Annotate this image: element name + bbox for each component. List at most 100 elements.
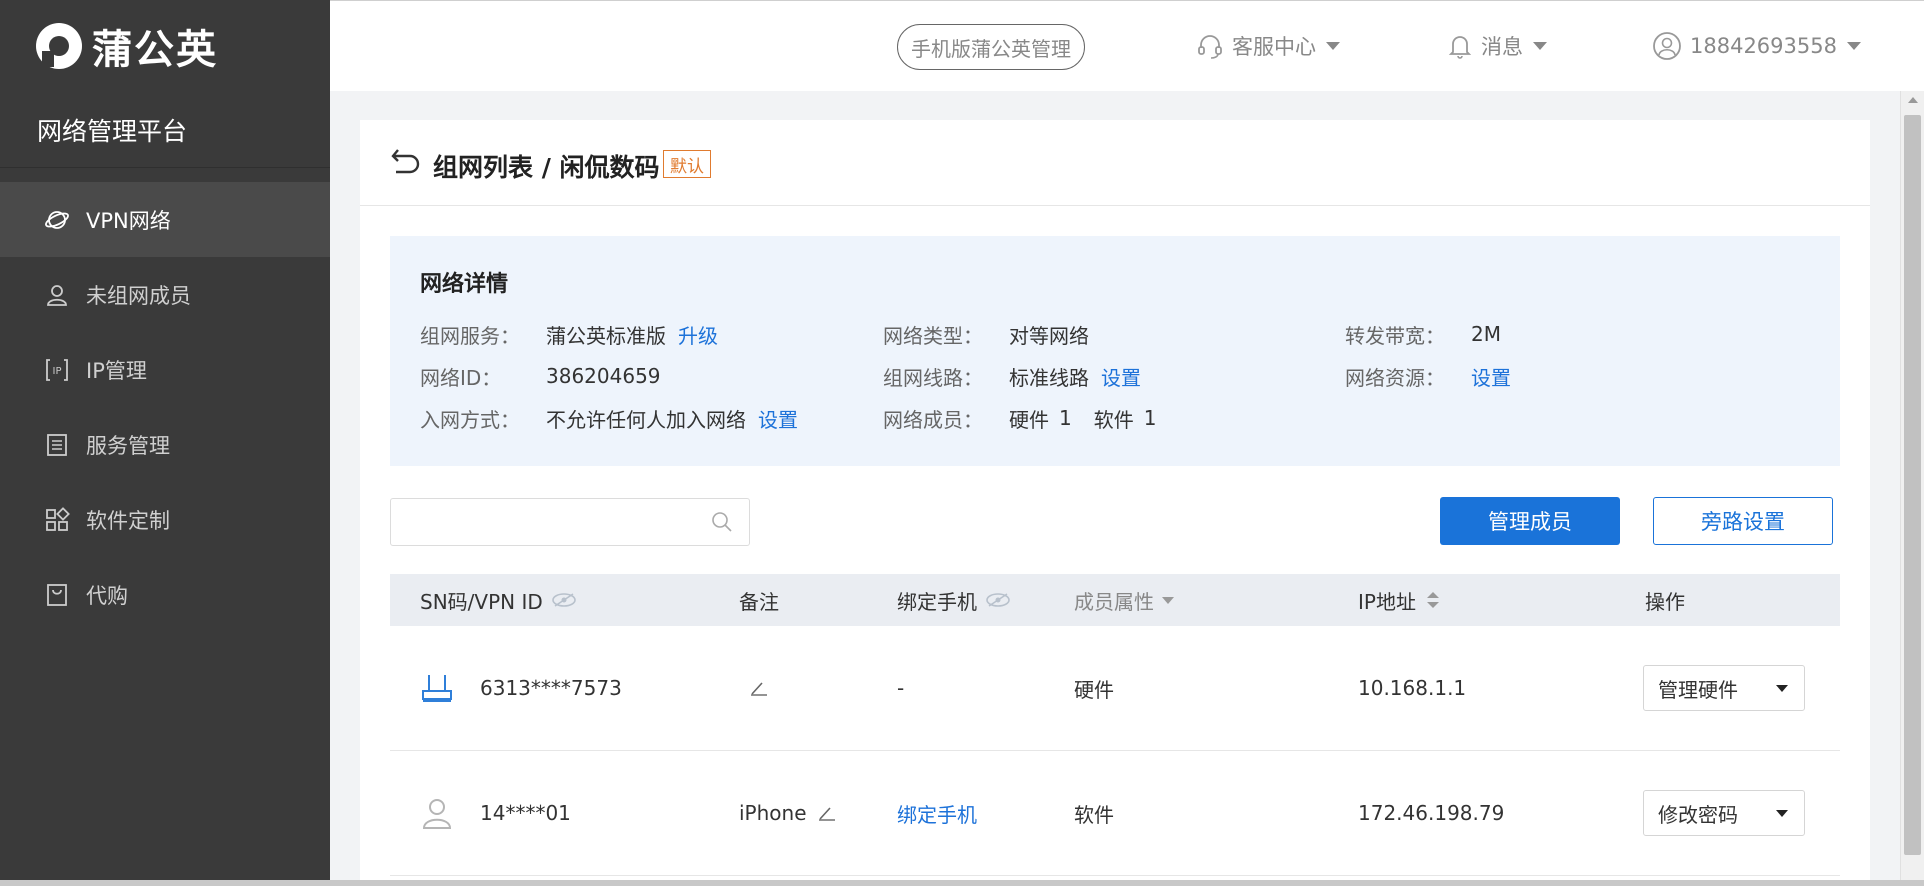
- network-line-label: 组网线路：: [883, 365, 983, 390]
- sidebar-item-service-management[interactable]: 服务管理: [0, 407, 330, 482]
- card-header: 组网列表 / 闲侃数码 默认: [360, 120, 1870, 206]
- network-id-value: 386204659: [546, 364, 661, 388]
- network-detail-panel: 网络详情 组网服务： 蒲公英标准版 升级 网络类型： 对等网络 转发带宽： 2M…: [390, 236, 1840, 466]
- sidebar-item-vpn-network[interactable]: VPN网络: [0, 182, 330, 257]
- row-sn-value: 6313****7573: [480, 676, 622, 700]
- line-settings-link[interactable]: 设置: [1101, 362, 1141, 391]
- network-detail-title: 网络详情: [420, 272, 509, 297]
- dropdown-label: 管理硬件: [1658, 677, 1738, 702]
- manage-hardware-dropdown[interactable]: 管理硬件: [1643, 665, 1805, 711]
- search-icon[interactable]: [711, 511, 733, 537]
- change-password-dropdown[interactable]: 修改密码: [1643, 790, 1805, 836]
- network-type-label: 网络类型：: [883, 323, 983, 348]
- eye-hidden-icon[interactable]: [985, 592, 1011, 608]
- join-method-value: 不允许任何人加入网络: [546, 407, 746, 432]
- sidebar-item-software-customization[interactable]: 软件定制: [0, 482, 330, 557]
- join-settings-link[interactable]: 设置: [758, 404, 798, 433]
- bell-icon: [1448, 36, 1472, 59]
- sidebar-item-label: 未组网成员: [86, 283, 191, 308]
- network-resource-label: 网络资源：: [1345, 365, 1445, 390]
- sidebar-item-purchase[interactable]: 代购: [0, 557, 330, 632]
- network-line-value: 标准线路: [1009, 365, 1089, 390]
- column-op: 操作: [1645, 574, 1685, 626]
- router-icon: [422, 675, 452, 702]
- row-phone-cell: 绑定手机: [897, 751, 977, 875]
- chevron-down-icon: [1533, 42, 1547, 50]
- headset-icon: [1198, 35, 1222, 59]
- members-hardware-label: 硬件: [1009, 407, 1049, 432]
- join-method-label: 入网方式：: [420, 407, 520, 432]
- logo[interactable]: 蒲公英: [36, 20, 218, 73]
- sidebar-item-label: 代购: [86, 583, 128, 608]
- sidebar-item-unnetworked-members[interactable]: 未组网成员: [0, 257, 330, 332]
- messages-menu[interactable]: 消息: [1447, 26, 1547, 66]
- column-note-label: 备注: [739, 589, 779, 614]
- member-search-input[interactable]: [390, 498, 750, 546]
- column-phone-label: 绑定手机: [897, 589, 977, 614]
- vertical-scrollbar[interactable]: [1900, 91, 1924, 886]
- sidebar-item-label: VPN网络: [86, 208, 171, 233]
- column-phone: 绑定手机: [897, 574, 1011, 626]
- filter-dropdown-icon: [1162, 596, 1174, 604]
- row-attr-value: 软件: [1074, 802, 1114, 827]
- person-icon: [422, 799, 452, 829]
- row-sn-value: 14****01: [480, 801, 571, 825]
- network-id-label: 网络ID：: [420, 365, 502, 390]
- row-ip-value: 172.46.198.79: [1358, 801, 1505, 825]
- mobile-management-button[interactable]: 手机版蒲公英管理: [897, 24, 1085, 70]
- scrollbar-thumb[interactable]: [1904, 115, 1921, 855]
- service-value: 蒲公英标准版: [546, 323, 666, 348]
- row-sn-cell: 6313****7573: [420, 626, 622, 750]
- row-phone-cell: -: [897, 626, 904, 750]
- sidebar-menu: VPN网络 未组网成员 IP IP管理 服务管理 软件定制 代购: [0, 182, 330, 632]
- logo-mark-icon: [36, 23, 82, 69]
- logo-text: 蒲公英: [92, 27, 218, 73]
- list-doc-icon: [42, 430, 72, 460]
- user-icon: [42, 280, 72, 310]
- sidebar-item-ip-management[interactable]: IP IP管理: [0, 332, 330, 407]
- members-software-count: 1: [1143, 406, 1157, 430]
- svg-text:IP: IP: [53, 366, 62, 377]
- column-ip[interactable]: IP地址: [1358, 574, 1442, 626]
- row-note-value: iPhone: [739, 801, 807, 825]
- ip-icon: IP: [42, 355, 72, 385]
- members-hardware-count: 1: [1059, 406, 1072, 430]
- service-center-menu[interactable]: 客服中心: [1196, 26, 1340, 66]
- account-phone: 18842693558: [1690, 34, 1837, 58]
- service-label: 组网服务：: [420, 323, 520, 348]
- column-sn: SN码/VPN ID: [420, 574, 577, 626]
- table-row: 6313****7573 - 硬件 10.168.1.1 管理硬件: [390, 626, 1840, 751]
- edit-pencil-icon[interactable]: [749, 680, 769, 696]
- column-note: 备注: [739, 574, 779, 626]
- upgrade-link[interactable]: 升级: [678, 320, 718, 349]
- planet-icon: [42, 205, 72, 235]
- column-attr[interactable]: 成员属性: [1074, 574, 1174, 626]
- avatar-icon: [1653, 32, 1681, 60]
- chevron-down-icon: [1326, 42, 1340, 50]
- account-menu[interactable]: 18842693558: [1652, 26, 1861, 66]
- members-software-label: 软件: [1093, 407, 1134, 432]
- back-arrow-icon[interactable]: [390, 144, 424, 182]
- bind-phone-link[interactable]: 绑定手机: [897, 799, 977, 828]
- messages-label: 消息: [1481, 35, 1523, 59]
- shopping-bag-icon: [42, 580, 72, 610]
- column-attr-label: 成员属性: [1074, 589, 1154, 614]
- column-sn-label: SN码/VPN ID: [420, 589, 543, 614]
- column-ip-label: IP地址: [1358, 589, 1416, 614]
- bypass-settings-button[interactable]: 旁路设置: [1653, 497, 1833, 545]
- resource-settings-link[interactable]: 设置: [1471, 362, 1511, 391]
- column-op-label: 操作: [1645, 589, 1685, 614]
- sidebar-divider: [0, 167, 330, 168]
- bandwidth-value: 2M: [1471, 322, 1501, 346]
- chevron-down-icon: [1776, 685, 1788, 692]
- table-row: 14****01 iPhone 绑定手机 软件 172.46.198.79 修改…: [390, 751, 1840, 876]
- page-title: 组网列表 / 闲侃数码: [433, 153, 660, 182]
- edit-pencil-icon[interactable]: [817, 805, 837, 821]
- scroll-up-arrow-icon[interactable]: [1908, 97, 1918, 103]
- bandwidth-label: 转发带宽：: [1345, 323, 1445, 348]
- default-badge: 默认: [663, 150, 711, 178]
- eye-hidden-icon[interactable]: [551, 592, 577, 608]
- manage-members-button[interactable]: 管理成员: [1440, 497, 1620, 545]
- sidebar-item-label: 服务管理: [86, 433, 170, 458]
- service-center-label: 客服中心: [1232, 35, 1316, 59]
